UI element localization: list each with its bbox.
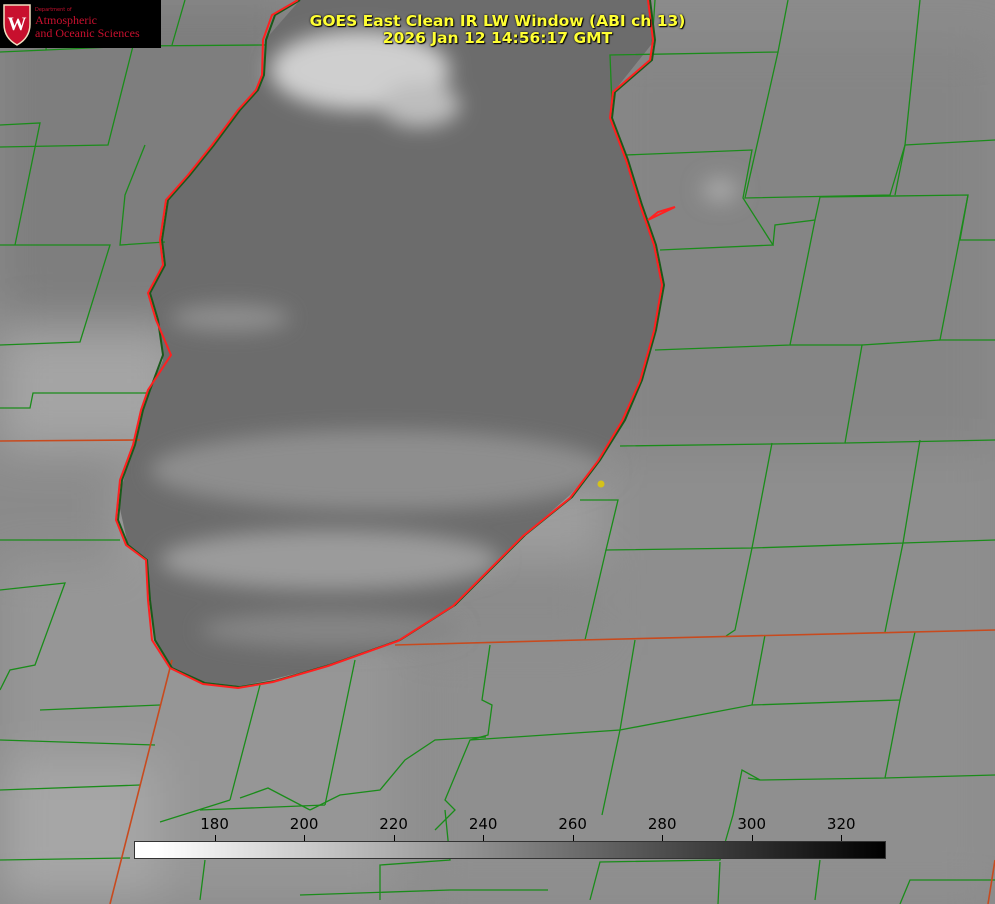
colorbar-tick-label: 240 (468, 815, 498, 833)
colorbar-tick-label: 260 (558, 815, 587, 833)
satellite-map (0, 0, 995, 904)
colorbar-tick-label: 320 (826, 815, 856, 833)
colorbar-tick-label: 180 (200, 815, 229, 833)
colorbar-tick-label: 280 (647, 815, 677, 833)
colorbar-tick-label: 200 (289, 815, 319, 833)
location-marker (597, 480, 605, 488)
colorbar (134, 841, 886, 859)
image-timestamp: 2026 Jan 12 14:56:17 GMT (382, 29, 613, 47)
colorbar-tick-label: 300 (737, 815, 767, 833)
image-title: GOES East Clean IR LW Window (ABI ch 13) (309, 12, 686, 30)
colorbar-tick-label: 220 (379, 815, 408, 833)
